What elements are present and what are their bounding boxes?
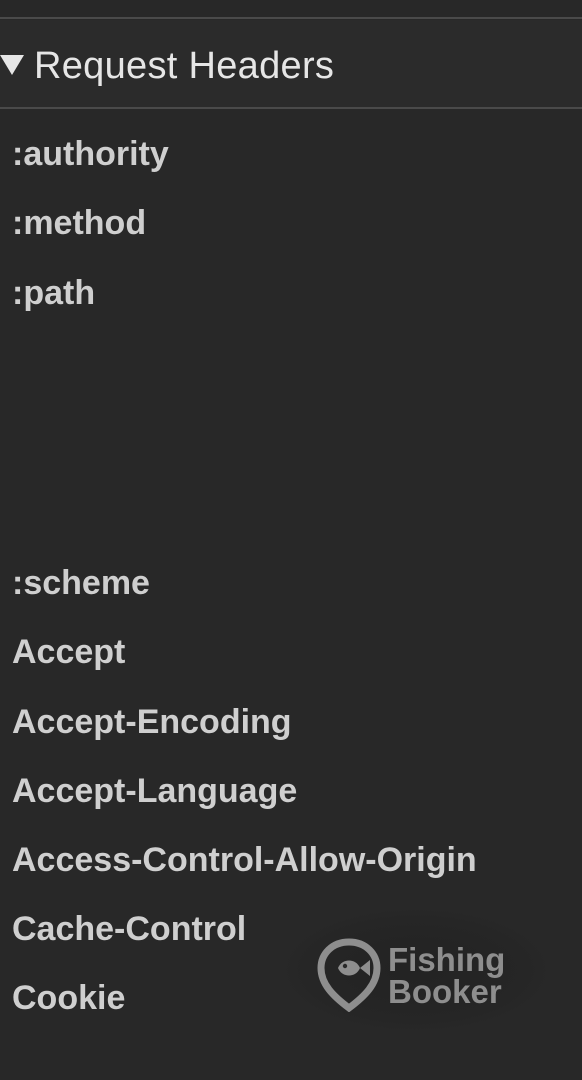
header-name-method: :method [12,204,147,242]
top-divider [0,17,582,19]
triangle-down-icon[interactable] [0,55,24,75]
watermark-line-2: Booker [388,973,502,1010]
request-headers-panel: Request Headers :authority :method :path… [0,0,582,1080]
header-name-access-control-allow-origin: Access-Control-Allow-Origin [12,841,477,879]
header-name-authority: :authority [12,135,169,173]
header-name-accept: Accept [12,633,126,671]
header-name-scheme: :scheme [12,564,150,602]
watermark-line-1: Fishing [388,941,506,978]
section-title[interactable]: Request Headers [34,42,334,90]
fish-hook-logo-icon [317,938,381,1012]
watermark-text: Fishing Booker [388,941,506,1010]
header-name-accept-language: Accept-Language [12,772,298,810]
header-name-accept-encoding: Accept-Encoding [12,703,292,741]
header-name-cookie: Cookie [12,979,126,1017]
header-divider [0,107,582,109]
header-name-path: :path [12,274,96,312]
header-name-cache-control: Cache-Control [12,910,247,948]
